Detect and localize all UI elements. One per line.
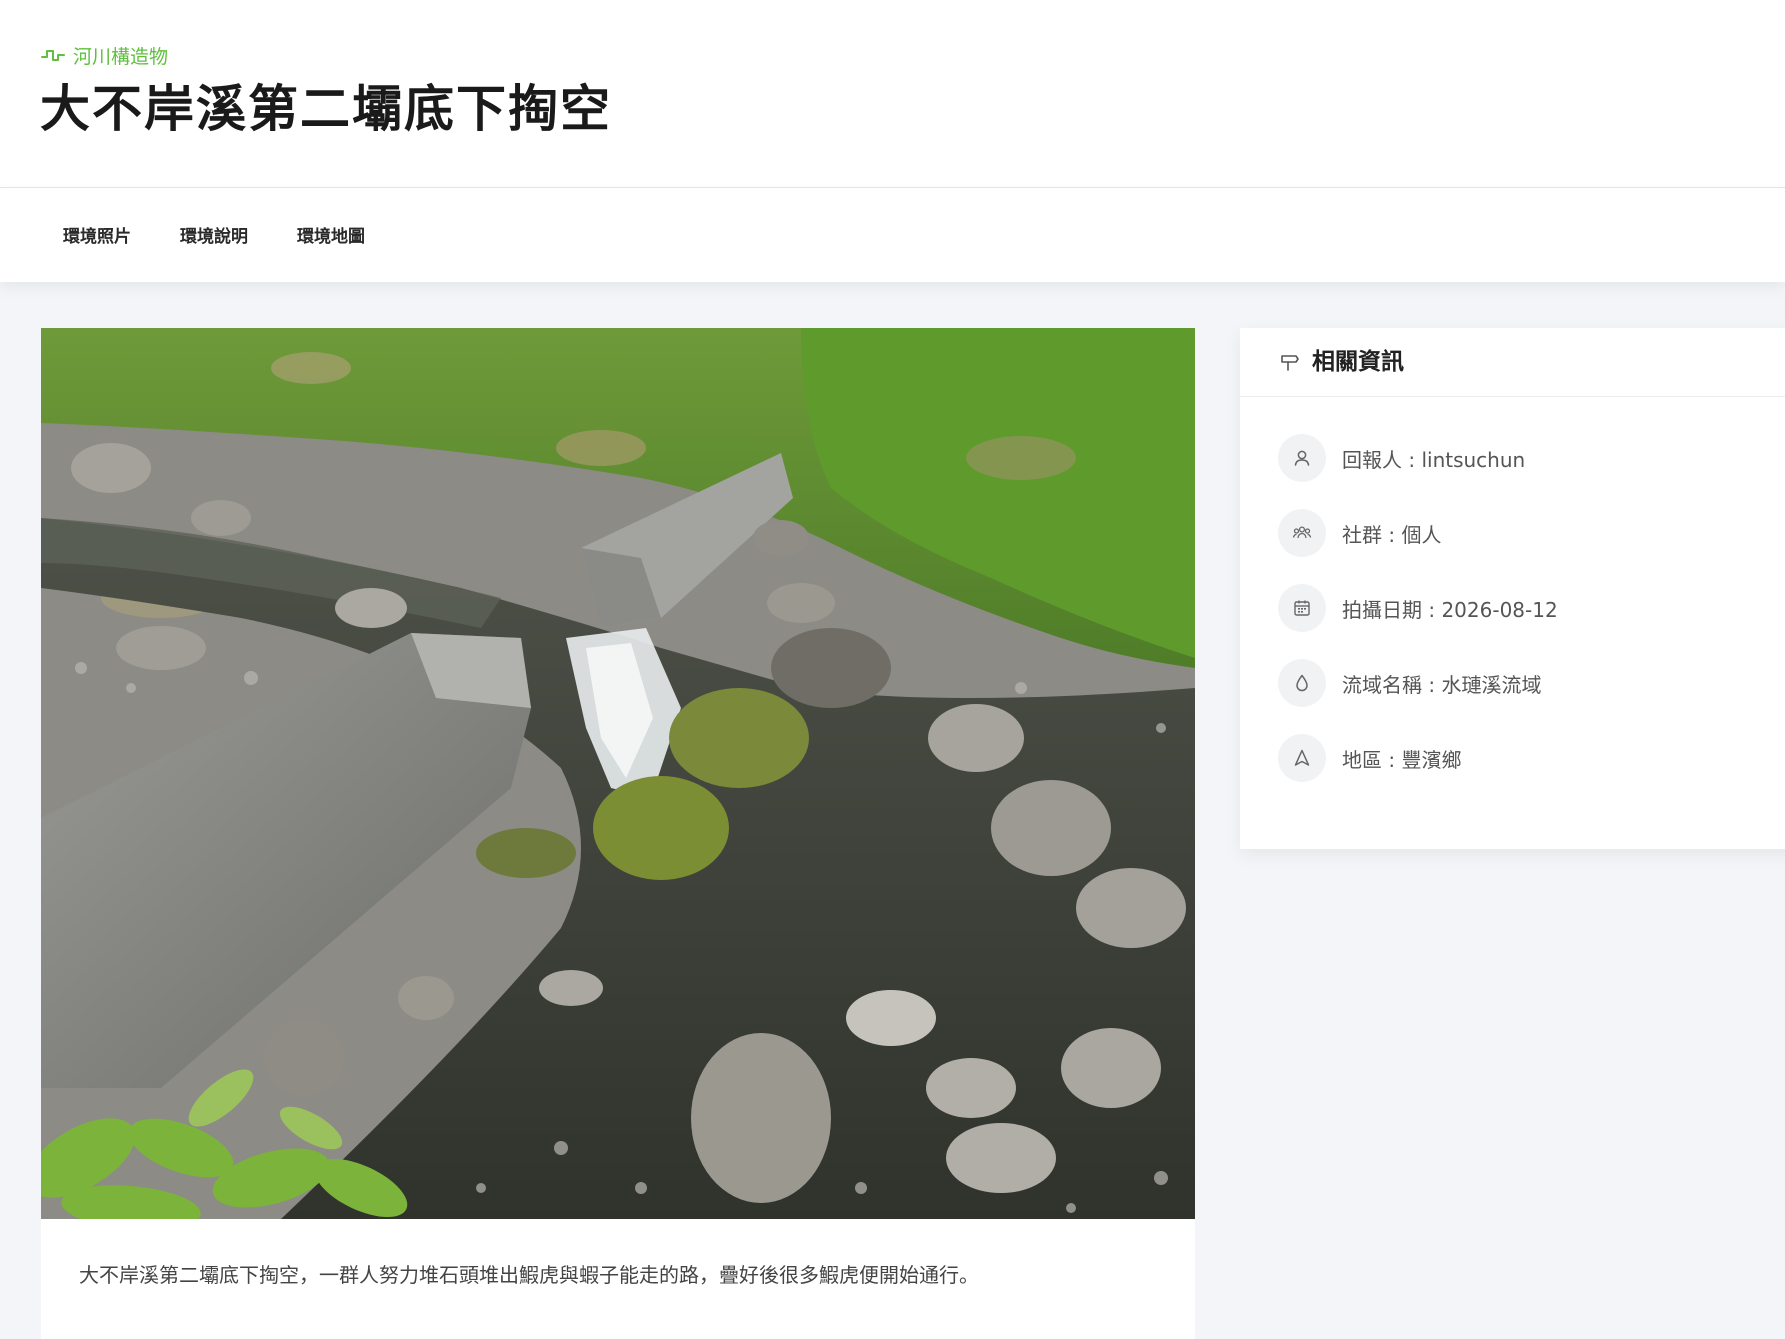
tab-map[interactable]: 環境地圖 [297, 224, 365, 250]
icon-circle [1278, 659, 1326, 707]
info-region: 地區 : 豐濱鄉 [1342, 747, 1462, 772]
info-row-region: 地區 : 豐濱鄉 [1278, 734, 1461, 782]
environment-description: 大不岸溪第二壩底下掏空，一群人努力堆石頭堆出鰕虎與蝦子能走的路，疊好後很多鰕虎便… [79, 1263, 979, 1287]
info-row-basin: 流域名稱 : 水璉溪流域 [1278, 659, 1541, 707]
signpost-icon [1281, 355, 1299, 371]
info-row-date: 拍攝日期 : 2026-08-12 [1278, 584, 1558, 632]
info-photo-date: 拍攝日期 : 2026-08-12 [1342, 597, 1558, 622]
water-drop-icon [1296, 674, 1308, 692]
photo-card: 大不岸溪第二壩底下掏空，一群人努力堆石頭堆出鰕虎與蝦子能走的路，疊好後很多鰕虎便… [41, 328, 1195, 1339]
category-link[interactable]: 河川構造物 [41, 41, 168, 69]
calendar-icon [1294, 600, 1310, 616]
icon-circle [1278, 509, 1326, 557]
icon-circle [1278, 434, 1326, 482]
related-info-card: 相關資訊 回報人 : lintsuchun 社群 : 個人 拍攝日期: 202… [1240, 328, 1785, 849]
icon-circle [1278, 584, 1326, 632]
river-photo[interactable] [41, 328, 1195, 1219]
navigation-icon [1294, 749, 1310, 766]
icon-circle [1278, 734, 1326, 782]
page-header: 河川構造物 大不岸溪第二壩底下掏空 [0, 0, 1785, 188]
info-row-reporter: 回報人 : lintsuchun [1278, 434, 1525, 482]
tab-bar: 環境照片 環境說明 環境地圖 [0, 188, 1785, 282]
group-icon [1292, 526, 1312, 539]
info-row-community: 社群 : 個人 [1278, 509, 1441, 557]
page-title: 大不岸溪第二壩底下掏空 [40, 80, 612, 138]
user-icon [1294, 450, 1310, 466]
category-label: 河川構造物 [73, 45, 169, 68]
info-card-header: 相關資訊 [1240, 328, 1785, 397]
info-community: 社群 : 個人 [1342, 522, 1442, 547]
tab-photos[interactable]: 環境照片 [63, 224, 131, 250]
pulse-icon [41, 50, 65, 61]
info-card-title: 相關資訊 [1312, 349, 1404, 375]
info-basin: 流域名稱 : 水璉溪流域 [1342, 672, 1542, 697]
info-reporter: 回報人 : lintsuchun [1342, 447, 1526, 472]
tab-description[interactable]: 環境說明 [180, 224, 248, 250]
